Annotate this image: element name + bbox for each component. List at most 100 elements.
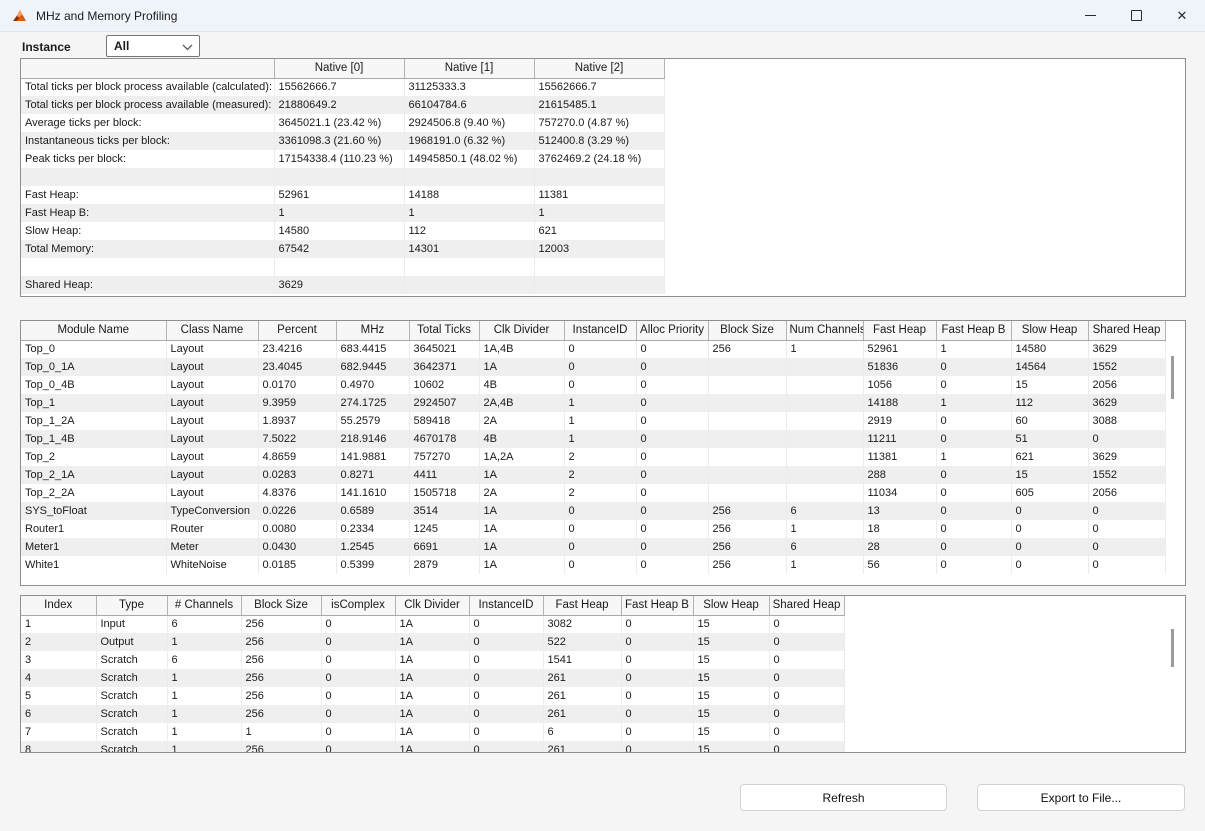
cell[interactable]: Top_1_2A <box>21 412 166 430</box>
cell[interactable]: 0 <box>636 484 708 502</box>
cell[interactable]: 14945850.1 (48.02 %) <box>404 150 534 168</box>
cell[interactable]: Layout <box>166 484 258 502</box>
cell[interactable]: WhiteNoise <box>166 556 258 574</box>
cell[interactable]: 2924507 <box>409 394 479 412</box>
cell[interactable]: 0 <box>469 723 543 741</box>
cell[interactable]: 6691 <box>409 538 479 556</box>
cell[interactable] <box>708 484 786 502</box>
cell[interactable]: 1A <box>479 538 564 556</box>
cell[interactable]: 0 <box>621 633 693 651</box>
cell[interactable]: 15562666.7 <box>274 78 404 96</box>
cell[interactable]: 0.8271 <box>336 466 409 484</box>
cell[interactable]: 1A,2A <box>479 448 564 466</box>
cell[interactable]: Peak ticks per block: <box>21 150 274 168</box>
cell[interactable]: 0 <box>769 615 844 633</box>
cell[interactable]: 4670178 <box>409 430 479 448</box>
cell[interactable]: 0 <box>621 741 693 753</box>
cell[interactable]: 1 <box>167 633 241 651</box>
cell[interactable]: 15 <box>693 669 769 687</box>
cell[interactable]: 1245 <box>409 520 479 538</box>
cell[interactable]: 0.2334 <box>336 520 409 538</box>
cell[interactable]: 6 <box>167 651 241 669</box>
cell[interactable]: 0 <box>469 705 543 723</box>
cell[interactable]: 66104784.6 <box>404 96 534 114</box>
cell[interactable] <box>404 258 534 276</box>
cell[interactable]: 0 <box>621 705 693 723</box>
cell[interactable] <box>786 466 863 484</box>
cell[interactable]: 1.8937 <box>258 412 336 430</box>
cell[interactable]: 60 <box>1011 412 1088 430</box>
cell[interactable] <box>786 430 863 448</box>
cell[interactable]: 605 <box>1011 484 1088 502</box>
cell[interactable]: 0 <box>321 687 395 705</box>
cell[interactable]: 0.0170 <box>258 376 336 394</box>
cell[interactable]: 1A <box>395 633 469 651</box>
cell[interactable]: 0 <box>769 651 844 669</box>
cell[interactable]: Layout <box>166 376 258 394</box>
cell[interactable]: 112 <box>404 222 534 240</box>
cell[interactable]: 261 <box>543 687 621 705</box>
cell[interactable]: 14564 <box>1011 358 1088 376</box>
cell[interactable]: 4 <box>21 669 96 687</box>
cell[interactable]: 0 <box>321 615 395 633</box>
cell[interactable]: Total ticks per block process available … <box>21 96 274 114</box>
instance-dropdown[interactable]: All <box>106 35 200 57</box>
cell[interactable]: 6 <box>786 502 863 520</box>
cell[interactable]: 1 <box>274 204 404 222</box>
cell[interactable]: 256 <box>241 705 321 723</box>
cell[interactable]: 0 <box>321 633 395 651</box>
cell[interactable]: 0 <box>1011 502 1088 520</box>
cell[interactable]: 256 <box>708 538 786 556</box>
vertical-scrollbar[interactable] <box>1171 356 1174 399</box>
cell[interactable] <box>404 276 534 294</box>
cell[interactable]: 0 <box>936 466 1011 484</box>
cell[interactable]: 0 <box>1088 556 1165 574</box>
cell[interactable]: 1 <box>786 340 863 358</box>
cell[interactable]: 0 <box>636 394 708 412</box>
cell[interactable]: 0 <box>564 376 636 394</box>
cell[interactable]: 0 <box>564 340 636 358</box>
cell[interactable]: 11381 <box>534 186 664 204</box>
cell[interactable]: Scratch <box>96 687 167 705</box>
cell[interactable]: White1 <box>21 556 166 574</box>
cell[interactable]: 0.0185 <box>258 556 336 574</box>
cell[interactable]: 0 <box>636 340 708 358</box>
cell[interactable]: Top_1_4B <box>21 430 166 448</box>
cell[interactable]: 1 <box>786 556 863 574</box>
cell[interactable]: 1056 <box>863 376 936 394</box>
cell[interactable]: 0 <box>321 651 395 669</box>
cell[interactable]: 1A <box>479 466 564 484</box>
cell[interactable]: 1541 <box>543 651 621 669</box>
cell[interactable]: 7.5022 <box>258 430 336 448</box>
cell[interactable]: 1 <box>167 687 241 705</box>
cell[interactable]: 3629 <box>1088 448 1165 466</box>
cell[interactable] <box>534 258 664 276</box>
cell[interactable]: 13 <box>863 502 936 520</box>
cell[interactable]: 0.0430 <box>258 538 336 556</box>
cell[interactable]: 0.0226 <box>258 502 336 520</box>
cell[interactable]: 52961 <box>274 186 404 204</box>
cell[interactable]: 1 <box>786 520 863 538</box>
cell[interactable]: 4411 <box>409 466 479 484</box>
cell[interactable]: 141.9881 <box>336 448 409 466</box>
cell[interactable]: 21615485.1 <box>534 96 664 114</box>
cell[interactable]: 0 <box>636 448 708 466</box>
cell[interactable]: 15 <box>693 651 769 669</box>
cell[interactable]: 23.4216 <box>258 340 336 358</box>
cell[interactable]: 0 <box>1088 502 1165 520</box>
cell[interactable]: Layout <box>166 394 258 412</box>
cell[interactable]: 0 <box>636 520 708 538</box>
cell[interactable]: 0 <box>469 669 543 687</box>
cell[interactable]: 2 <box>564 484 636 502</box>
cell[interactable]: Top_0_1A <box>21 358 166 376</box>
cell[interactable]: Instantaneous ticks per block: <box>21 132 274 150</box>
cell[interactable]: 1A <box>395 723 469 741</box>
cell[interactable]: 218.9146 <box>336 430 409 448</box>
cell[interactable]: 2924506.8 (9.40 %) <box>404 114 534 132</box>
cell[interactable]: 11381 <box>863 448 936 466</box>
cell[interactable]: 55.2579 <box>336 412 409 430</box>
cell[interactable]: 0 <box>936 484 1011 502</box>
cell[interactable]: 51836 <box>863 358 936 376</box>
cell[interactable]: 1A <box>395 741 469 753</box>
cell[interactable]: 67542 <box>274 240 404 258</box>
